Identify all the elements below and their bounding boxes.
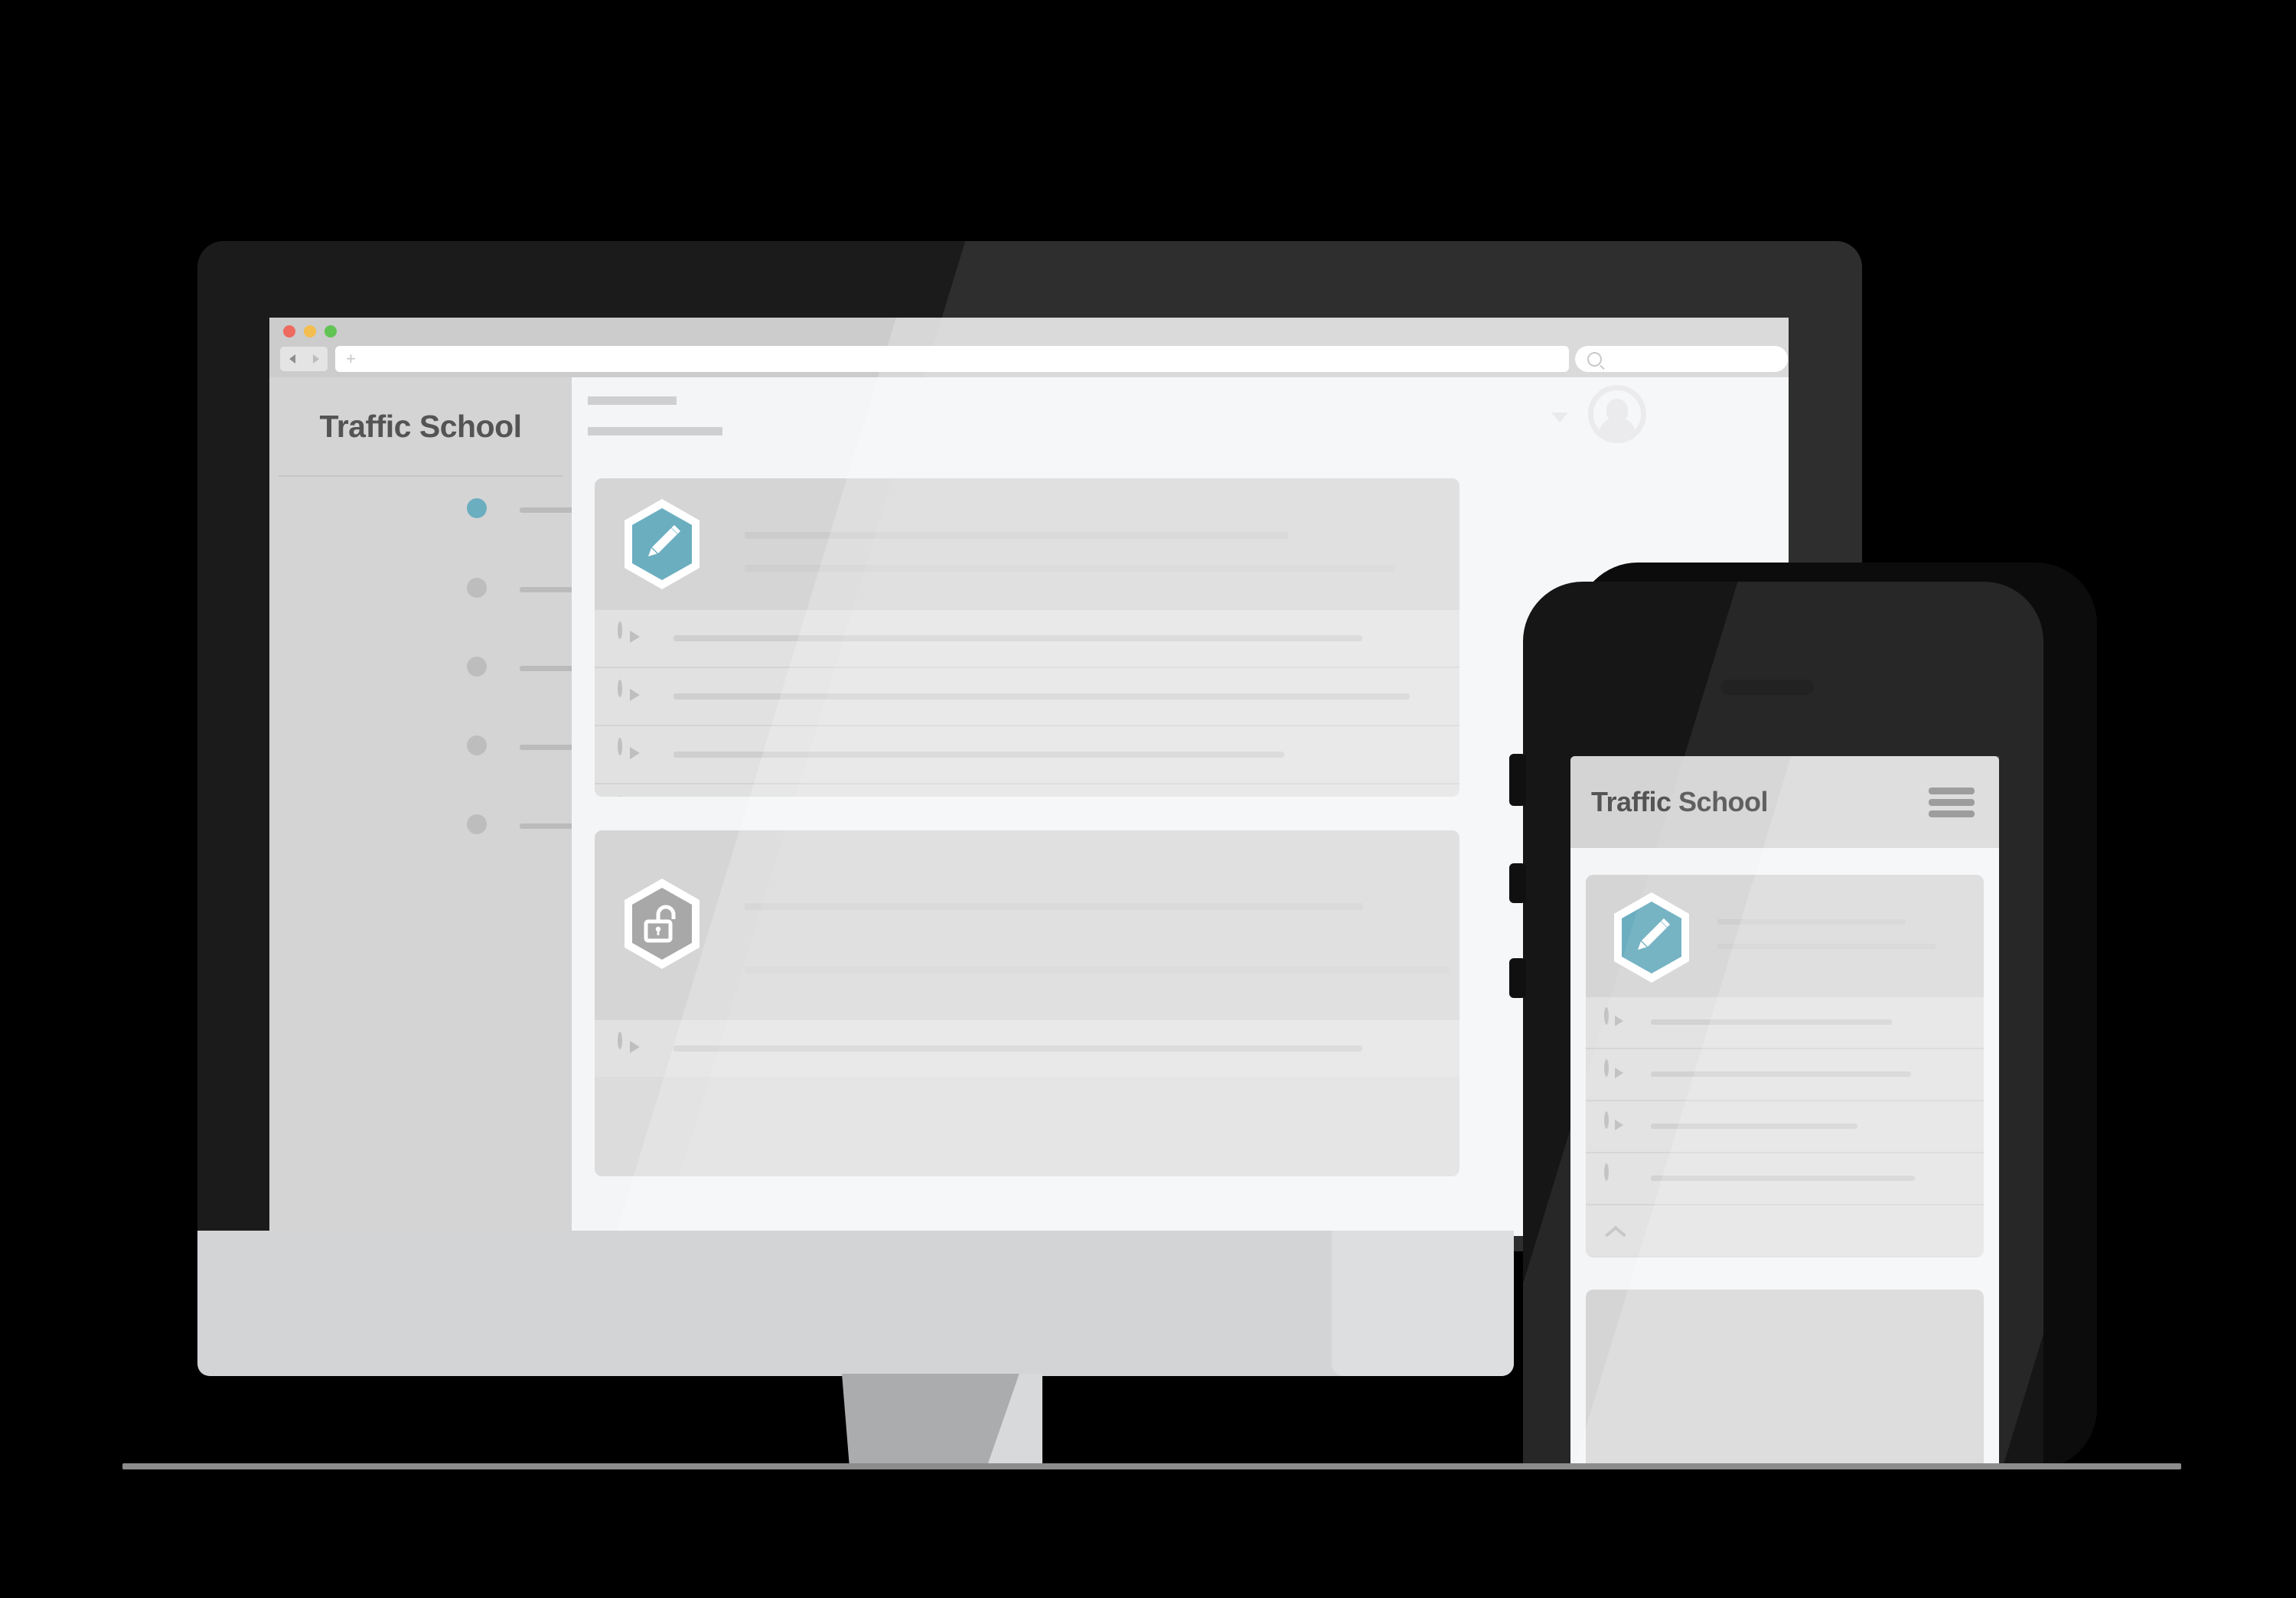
lesson-row[interactable] [595,668,1459,726]
search-icon [1587,351,1602,367]
responsive-device-mockup: + Traffic School Traffic School [0,0,2296,1598]
mobile-lesson-row-label [1651,1071,1911,1077]
mobile-lesson-row[interactable] [1586,997,1984,1049]
avatar-body-shape [1598,417,1636,438]
lesson-row-label [673,1045,1362,1052]
hamburger-menu-icon[interactable] [1929,788,1975,817]
app-sidebar: Traffic School [269,377,572,1236]
course-card-2[interactable] [595,830,1459,1176]
sidebar-divider [279,475,563,477]
lesson-row[interactable] [595,1020,1459,1077]
mobile-collapse-card-1-button[interactable] [1586,1205,1984,1256]
sidebar-item-1-dot[interactable] [467,498,487,518]
page-title: Traffic School [319,408,522,444]
unlock-hexagon-icon [621,876,703,971]
browser-navigation-buttons[interactable] [280,347,328,371]
mobile-lesson-row-label [1651,1019,1892,1025]
course-card-2-subtitle [745,967,1449,973]
course-card-1-header [595,478,1459,610]
mobile-card-1-header [1586,875,1984,997]
app-header-subtitle-placeholder [588,427,722,435]
url-input[interactable]: + [335,346,1569,372]
mobile-app-header: Traffic School [1570,756,1999,848]
play-circle-icon[interactable] [618,738,647,769]
app-header-title-placeholder [588,396,677,405]
mobile-card-1-subtitle [1717,944,1936,949]
new-tab-icon[interactable]: + [346,351,356,367]
sidebar-item-4-dot[interactable] [467,735,487,755]
play-circle-icon[interactable] [618,1032,647,1063]
mobile-course-card-2[interactable] [1586,1290,1984,1469]
sidebar-item-5-dot[interactable] [467,814,487,834]
pencil-hexagon-icon [621,497,703,592]
lesson-row-label [673,635,1362,641]
lesson-row[interactable] [595,726,1459,784]
lesson-row[interactable] [595,784,1459,797]
phone-screen: Traffic School [1570,756,1999,1469]
user-avatar-icon[interactable] [1588,385,1646,443]
phone-volume-down-button[interactable] [1509,958,1526,998]
chevron-down-icon[interactable] [1551,413,1568,422]
more-dots-circle-icon[interactable] [1604,1163,1630,1192]
forward-arrow-icon[interactable] [312,354,319,364]
monitor-chin [197,1231,1514,1376]
course-card-2-header [595,830,1459,1020]
mobile-lesson-row[interactable] [1586,1153,1984,1205]
course-card-1[interactable] [595,478,1459,797]
window-controls [283,325,337,338]
mobile-course-card-1[interactable] [1586,875,1984,1257]
browser-toolbar: + [269,318,1789,377]
close-window-button[interactable] [283,325,295,338]
sidebar-brand: Traffic School [269,377,572,475]
play-circle-icon[interactable] [1604,1111,1630,1140]
phone-silent-switch[interactable] [1509,754,1526,806]
mobile-page-title: Traffic School [1591,786,1769,817]
mobile-lesson-row-label [1651,1176,1915,1181]
back-arrow-icon[interactable] [289,354,295,364]
search-input[interactable] [1575,346,1788,372]
chevron-up-icon[interactable] [1606,1222,1624,1241]
phone-earpiece-speaker [1720,680,1814,695]
ground-line [122,1463,2181,1469]
lesson-row-label [673,752,1284,758]
course-card-1-title [745,532,1288,539]
mobile-card-1-title [1717,919,1906,925]
play-circle-icon[interactable] [1604,1059,1630,1088]
lesson-row[interactable] [595,610,1459,668]
minimize-window-button[interactable] [304,325,316,338]
mobile-lesson-row[interactable] [1586,1049,1984,1101]
course-card-2-title [745,903,1363,910]
pencil-hexagon-icon [1610,890,1693,985]
play-circle-icon[interactable] [618,621,647,653]
maximize-window-button[interactable] [325,325,337,338]
course-card-1-subtitle [745,565,1395,572]
sidebar-item-2-dot[interactable] [467,578,487,598]
sidebar-item-3-dot[interactable] [467,657,487,677]
mobile-lesson-row-label [1651,1123,1857,1129]
phone-volume-up-button[interactable] [1509,863,1526,903]
lesson-row-label [673,693,1410,700]
monitor-chin-highlight [1332,1231,1514,1376]
mobile-lesson-row[interactable] [1586,1101,1984,1153]
play-circle-icon[interactable] [1604,1007,1630,1035]
play-circle-icon[interactable] [618,680,647,711]
